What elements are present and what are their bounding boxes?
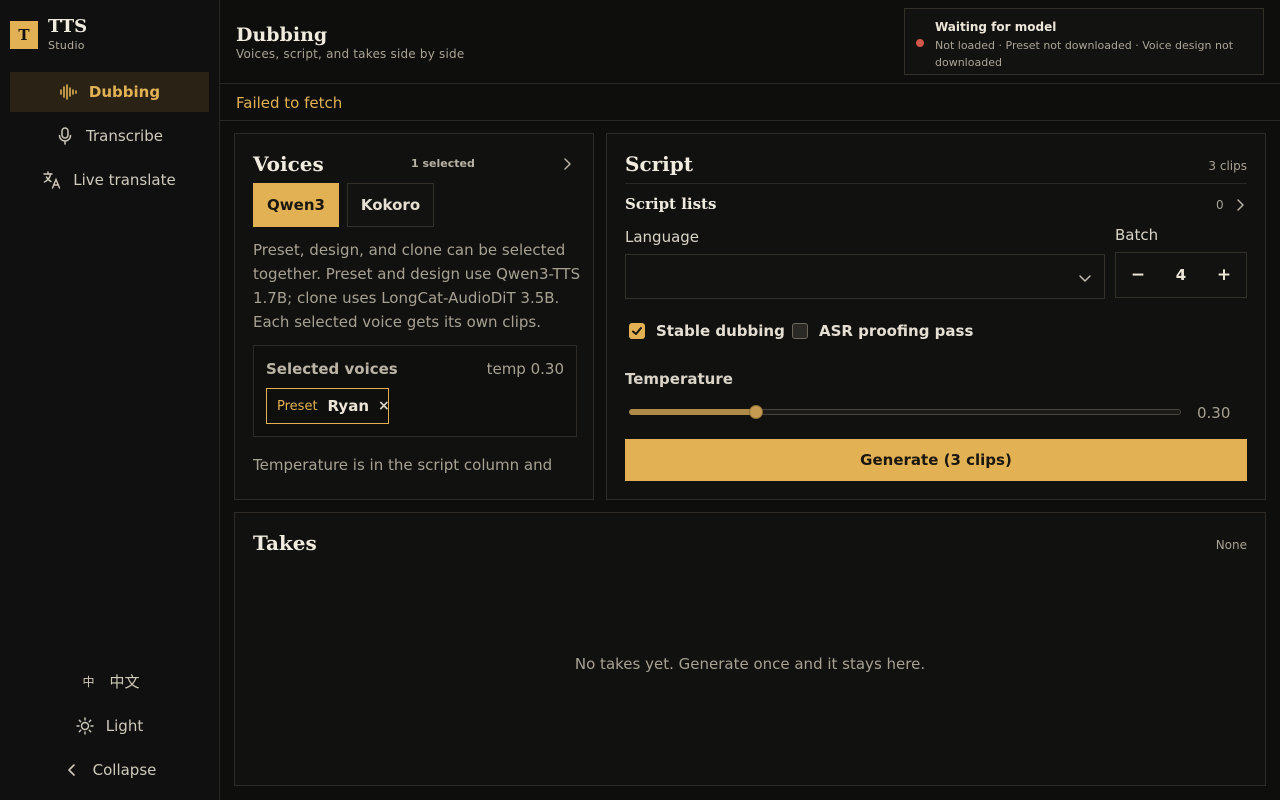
script-panel: Script 3 clips Script lists 0 Language B… [606, 133, 1266, 500]
status-detail: Not loaded · Preset not downloaded · Voi… [935, 39, 1234, 69]
batch-label: Batch [1115, 226, 1159, 244]
language-toggle[interactable]: 中 中文 [10, 661, 209, 701]
takes-panel: Takes None No takes yet. Generate once a… [234, 512, 1266, 786]
page-subtitle: Voices, script, and takes side by side [236, 47, 465, 61]
chevron-right-icon[interactable] [1234, 197, 1246, 211]
sidebar: T TTS Studio Dubbing Transcribe Live tra… [0, 0, 220, 800]
batch-stepper: − 4 + [1115, 252, 1247, 298]
voices-note: Temperature is in the script column and [253, 456, 553, 474]
batch-increment-button[interactable]: + [1202, 253, 1246, 297]
sidebar-item-label: Dubbing [88, 83, 161, 101]
close-icon[interactable]: × [378, 398, 390, 414]
script-lists-count: 0 [1216, 198, 1224, 212]
brand[interactable]: T TTS Studio [10, 18, 87, 51]
language-select[interactable] [625, 254, 1105, 299]
voices-description: Preset, design, and clone can be selecte… [253, 241, 581, 331]
checkbox-empty-icon [792, 323, 808, 339]
tab-kokoro[interactable]: Kokoro [347, 183, 434, 227]
brand-subtitle: Studio [48, 39, 85, 52]
voices-panel: Voices 1 selected Qwen3 Kokoro Preset, d… [234, 133, 594, 500]
takes-status: None [1215, 538, 1247, 552]
language-label: Language [625, 228, 700, 246]
error-banner: Failed to fetch [220, 84, 1280, 121]
status-title: Waiting for model [935, 20, 1057, 34]
voices-selected-count: 1 selected [411, 157, 475, 170]
batch-decrement-button[interactable]: − [1116, 253, 1160, 297]
temperature-slider[interactable] [629, 405, 1181, 419]
script-lists-toggle[interactable]: Script lists [625, 195, 716, 213]
selected-voices-label: Selected voices [266, 360, 398, 378]
translate-icon [43, 171, 61, 189]
script-title: Script [625, 152, 693, 176]
brand-logo: T [10, 20, 38, 49]
chevron-left-icon [63, 761, 81, 779]
takes-title: Takes [253, 531, 317, 555]
stable-dubbing-label: Stable dubbing [656, 322, 785, 340]
status-dot-icon [916, 39, 924, 47]
sidebar-item-label: Live translate [73, 171, 176, 189]
asr-proofing-checkbox[interactable]: ASR proofing pass [792, 322, 973, 340]
temperature-value: 0.30 [1197, 404, 1231, 422]
page-header: Dubbing Voices, script, and takes side b… [220, 0, 1280, 84]
sidebar-item-label: Transcribe [86, 127, 163, 145]
theme-toggle-label: Light [105, 717, 144, 735]
voice-chip-name: Ryan [327, 397, 370, 415]
language-icon: 中 [82, 674, 95, 689]
chevron-down-icon [1078, 270, 1092, 284]
generate-button[interactable]: Generate (3 clips) [625, 439, 1247, 481]
chevron-right-icon[interactable] [561, 156, 573, 170]
tab-qwen3[interactable]: Qwen3 [253, 183, 339, 227]
waveform-icon [59, 83, 77, 101]
sidebar-item-transcribe[interactable]: Transcribe [10, 116, 209, 156]
slider-fill [629, 409, 756, 415]
voice-chip-tag: Preset [277, 398, 318, 414]
voice-chip: Preset Ryan × [266, 388, 390, 424]
voices-title: Voices [253, 152, 324, 176]
error-message: Failed to fetch [236, 94, 343, 112]
model-status-card: Waiting for model Not loaded · Preset no… [904, 8, 1264, 75]
stable-dubbing-checkbox[interactable]: Stable dubbing [629, 322, 785, 340]
brand-title: TTS [48, 16, 88, 37]
batch-value[interactable]: 4 [1160, 253, 1202, 297]
takes-empty-message: No takes yet. Generate once and it stays… [574, 655, 926, 673]
language-toggle-label: 中文 [109, 672, 140, 691]
collapse-button[interactable]: Collapse [10, 750, 209, 790]
asr-proofing-label: ASR proofing pass [819, 322, 974, 340]
script-clip-count: 3 clips [1208, 159, 1247, 173]
temperature-label: Temperature [625, 370, 733, 388]
sidebar-item-dubbing[interactable]: Dubbing [10, 72, 209, 112]
microphone-icon [56, 127, 74, 145]
collapse-label: Collapse [92, 761, 157, 779]
sidebar-item-live-translate[interactable]: Live translate [10, 160, 209, 200]
divider [625, 183, 1247, 184]
checkmark-icon [629, 323, 645, 339]
slider-thumb[interactable] [748, 405, 763, 419]
selected-voices-temp: temp 0.30 [486, 360, 564, 378]
page-title: Dubbing [236, 24, 328, 46]
selected-voices-box: Selected voices temp 0.30 Preset Ryan × [253, 345, 577, 437]
sun-icon [76, 717, 94, 735]
theme-toggle[interactable]: Light [10, 706, 209, 746]
